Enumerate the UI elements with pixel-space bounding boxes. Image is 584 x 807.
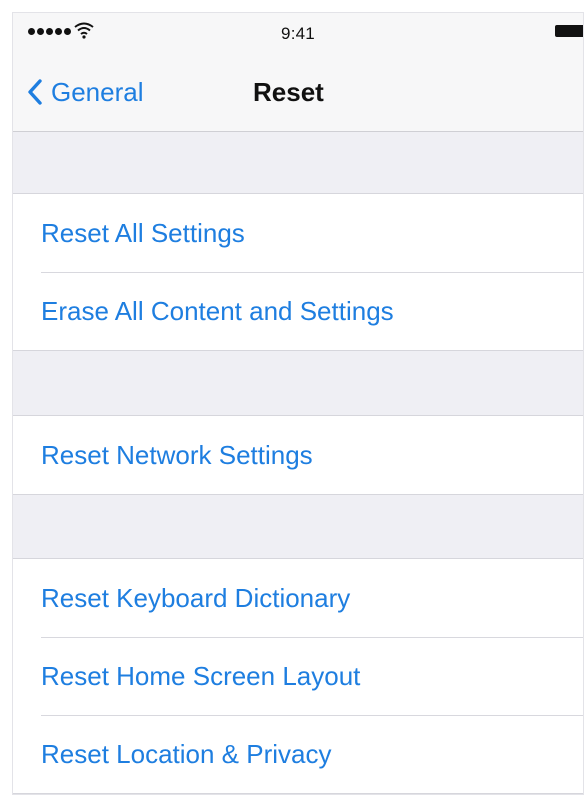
- phone-screen: Reset All Settings Erase All Content and…: [12, 12, 584, 795]
- reset-home-screen-layout-row[interactable]: Reset Home Screen Layout: [13, 637, 583, 715]
- back-button-label: General: [51, 76, 144, 107]
- row-label: Reset Home Screen Layout: [41, 660, 361, 691]
- reset-keyboard-dictionary-row[interactable]: Reset Keyboard Dictionary: [13, 559, 583, 637]
- row-label: Reset Keyboard Dictionary: [41, 582, 351, 613]
- back-button[interactable]: General: [25, 75, 144, 109]
- page-title: Reset: [253, 77, 324, 107]
- navigation-bar: General Reset: [13, 53, 583, 129]
- row-label: Reset Location & Privacy: [41, 738, 332, 769]
- row-label: Erase All Content and Settings: [41, 295, 394, 326]
- chevron-left-icon: [28, 79, 42, 105]
- status-bar: 9:41: [13, 13, 583, 53]
- battery-icon: [555, 25, 583, 37]
- status-time: 9:41: [281, 24, 315, 43]
- settings-group-3: Reset Keyboard Dictionary Reset Home Scr…: [13, 558, 583, 794]
- reset-location-privacy-row[interactable]: Reset Location & Privacy: [13, 715, 583, 793]
- settings-group-1: Reset All Settings Erase All Content and…: [13, 193, 583, 351]
- row-label: Reset All Settings: [41, 217, 245, 248]
- erase-all-content-row[interactable]: Erase All Content and Settings: [13, 272, 583, 350]
- row-label: Reset Network Settings: [41, 439, 313, 470]
- settings-group-2: Reset Network Settings: [13, 415, 583, 495]
- reset-network-settings-row[interactable]: Reset Network Settings: [13, 416, 583, 494]
- reset-all-settings-row[interactable]: Reset All Settings: [13, 194, 583, 272]
- top-bar: 9:41 General Reset: [13, 13, 583, 132]
